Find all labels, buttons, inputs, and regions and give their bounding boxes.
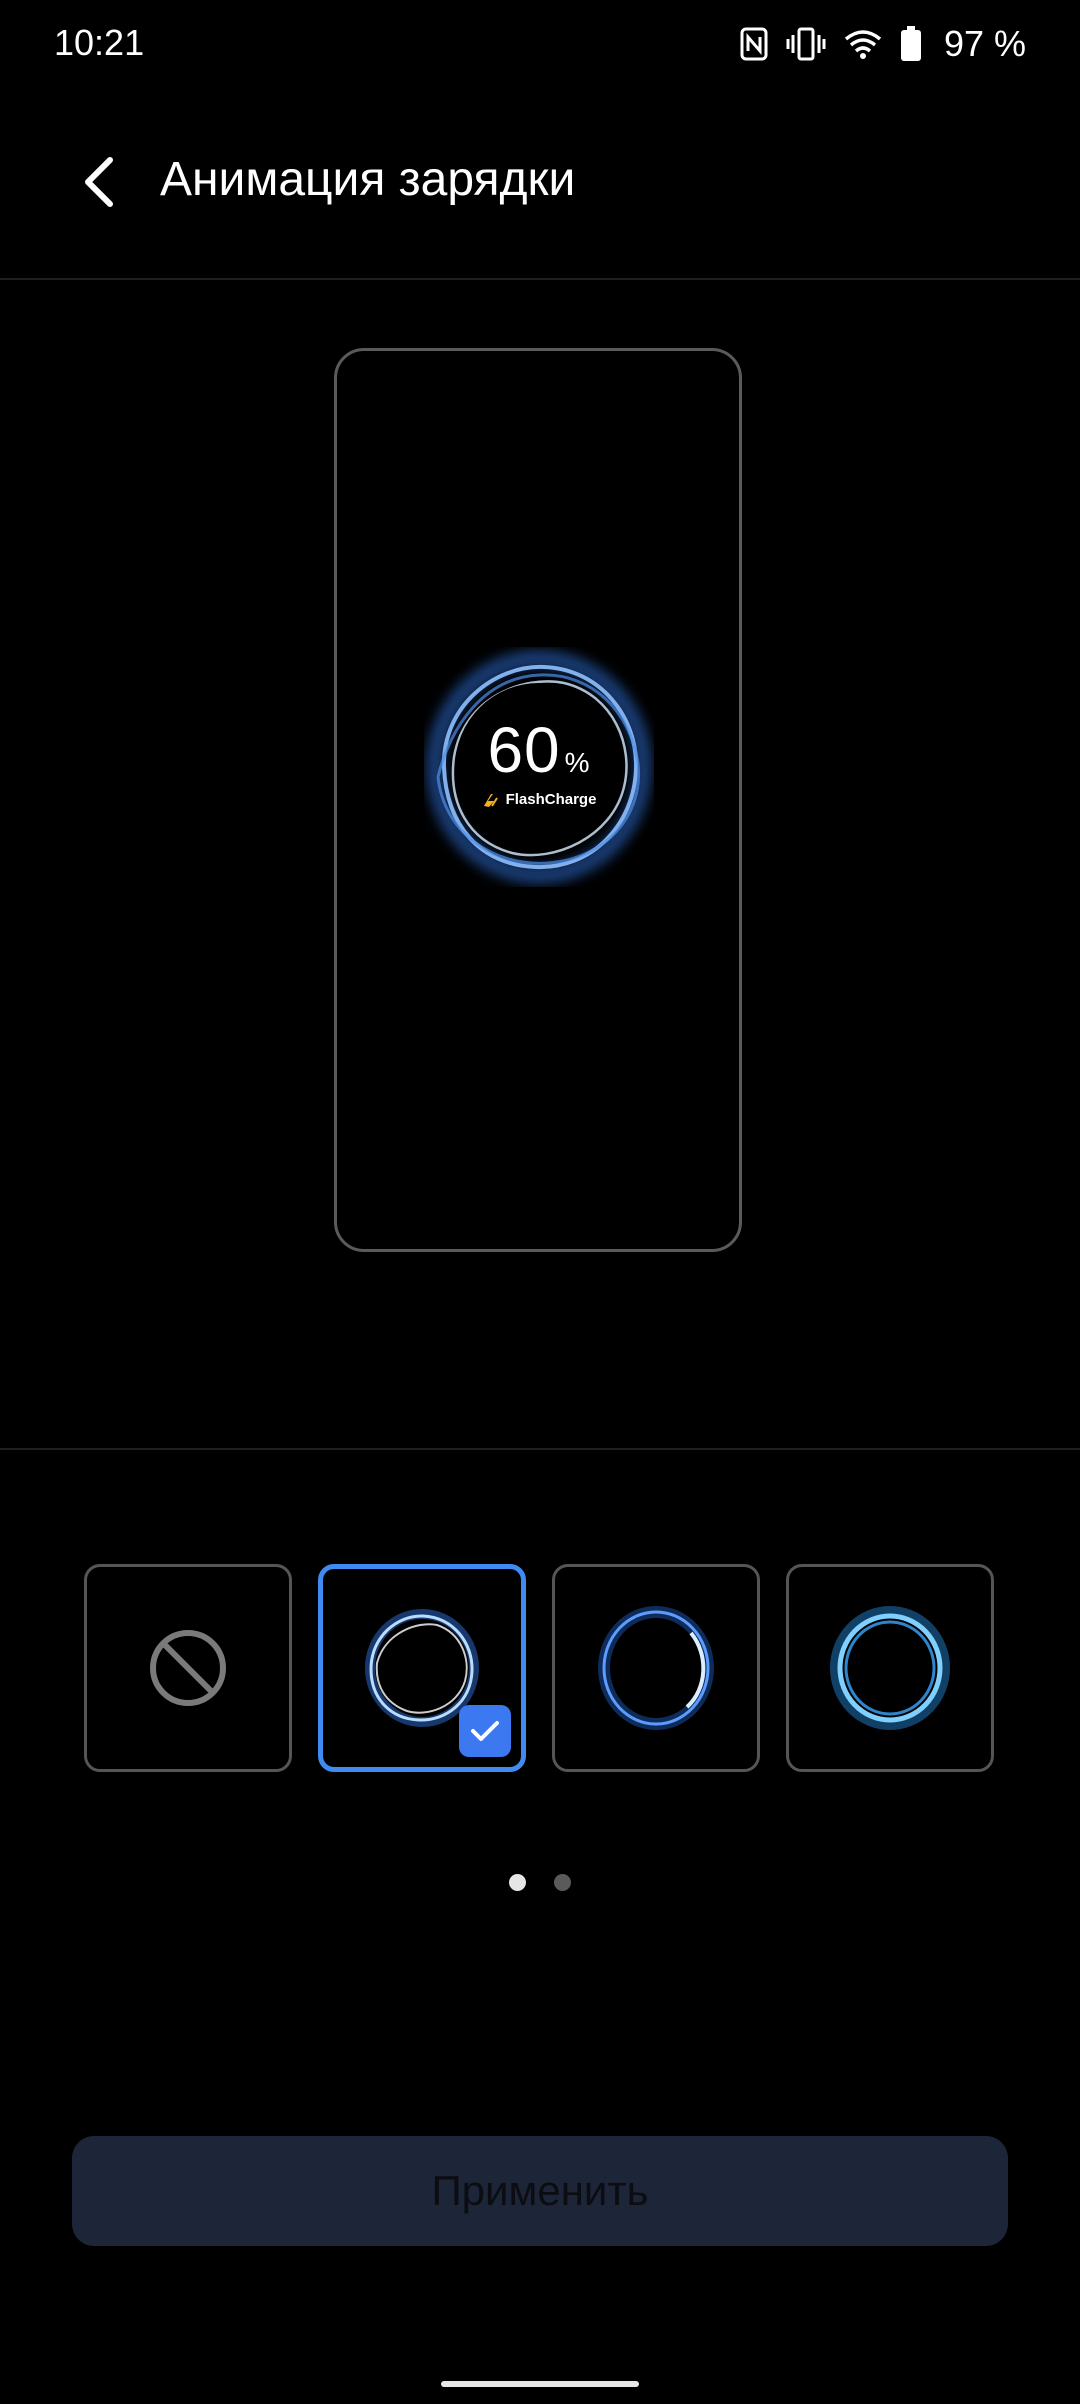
arrow-left-icon (85, 157, 113, 207)
check-icon (471, 1721, 499, 1741)
option-none[interactable] (84, 1564, 292, 1772)
page-dot-2[interactable] (554, 1874, 571, 1891)
charge-percent-value: 60 (487, 714, 561, 786)
back-button[interactable] (60, 142, 140, 222)
status-icons: 97 % (740, 20, 1026, 68)
nfc-icon (740, 27, 768, 61)
no-entry-icon (150, 1630, 226, 1706)
charging-preview: 60% FlashCharge (424, 647, 654, 887)
page-title: Анимация зарядки (160, 153, 576, 206)
battery-icon (900, 26, 922, 62)
option-glow-ring[interactable] (552, 1564, 760, 1772)
option-bright-ring[interactable] (786, 1564, 994, 1772)
charge-percent-sign: % (564, 747, 591, 778)
flashcharge-label: FlashCharge (424, 791, 654, 808)
selected-check-badge (459, 1705, 511, 1757)
home-indicator[interactable] (441, 2381, 639, 2387)
apply-button[interactable]: Применить (72, 2136, 1008, 2246)
status-bar: 10:21 97 % (0, 0, 1080, 92)
divider (0, 1448, 1080, 1450)
flashcharge-text: FlashCharge (505, 791, 597, 808)
animation-options (84, 1564, 996, 1772)
glow-ring-icon (598, 1606, 714, 1730)
app-bar: Анимация зарядки (0, 92, 1080, 280)
charge-percentage: 60% (424, 713, 654, 787)
wifi-icon (844, 28, 882, 60)
page-indicator (0, 1874, 1080, 1892)
vibrate-icon (786, 27, 826, 61)
flash-bolt-icon (483, 793, 498, 807)
bright-ring-icon (830, 1606, 950, 1730)
option-wave-ring[interactable] (318, 1564, 526, 1772)
status-time: 10:21 (54, 22, 145, 63)
battery-percentage: 97 % (943, 23, 1026, 64)
phone-preview-frame: 60% FlashCharge (334, 348, 742, 1252)
page-dot-1[interactable] (509, 1874, 526, 1891)
